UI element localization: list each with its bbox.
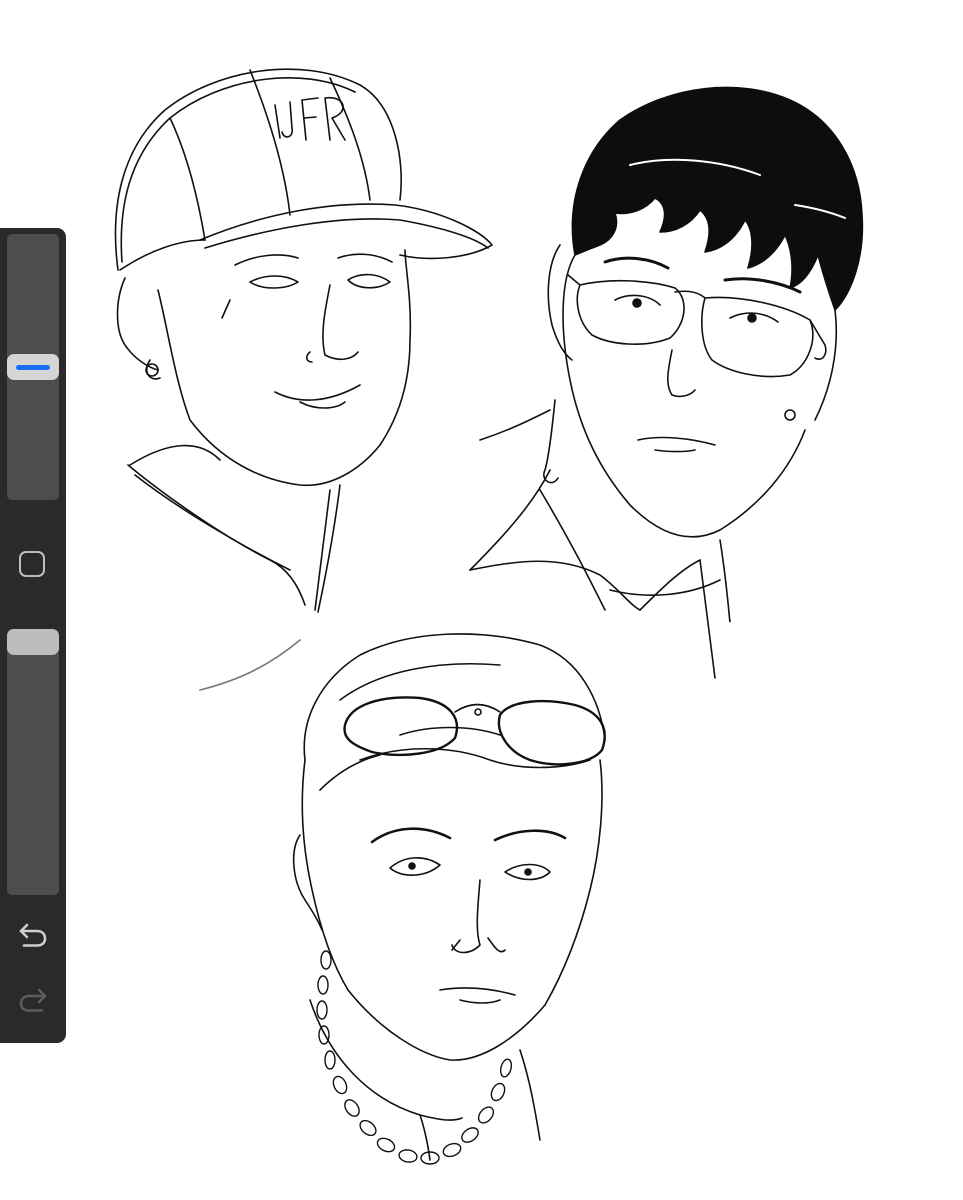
- undo-button[interactable]: [16, 920, 50, 950]
- redo-icon: [19, 988, 47, 1012]
- redo-button[interactable]: [16, 985, 50, 1015]
- drawing-canvas[interactable]: [0, 0, 963, 1200]
- portrait-goggles-chain: [292, 633, 606, 1165]
- brush-sidebar: [0, 228, 66, 1043]
- modify-button[interactable]: [19, 551, 45, 577]
- portrait-black-hair-glasses: [469, 86, 864, 679]
- brush-size-accent-mark: [16, 365, 50, 370]
- brush-size-slider-thumb[interactable]: [7, 354, 59, 380]
- brush-size-slider[interactable]: [7, 234, 59, 500]
- undo-icon: [19, 923, 47, 947]
- brush-opacity-slider[interactable]: [7, 629, 59, 895]
- brush-opacity-slider-thumb[interactable]: [7, 629, 59, 655]
- portrait-cap-earring: [114, 68, 493, 691]
